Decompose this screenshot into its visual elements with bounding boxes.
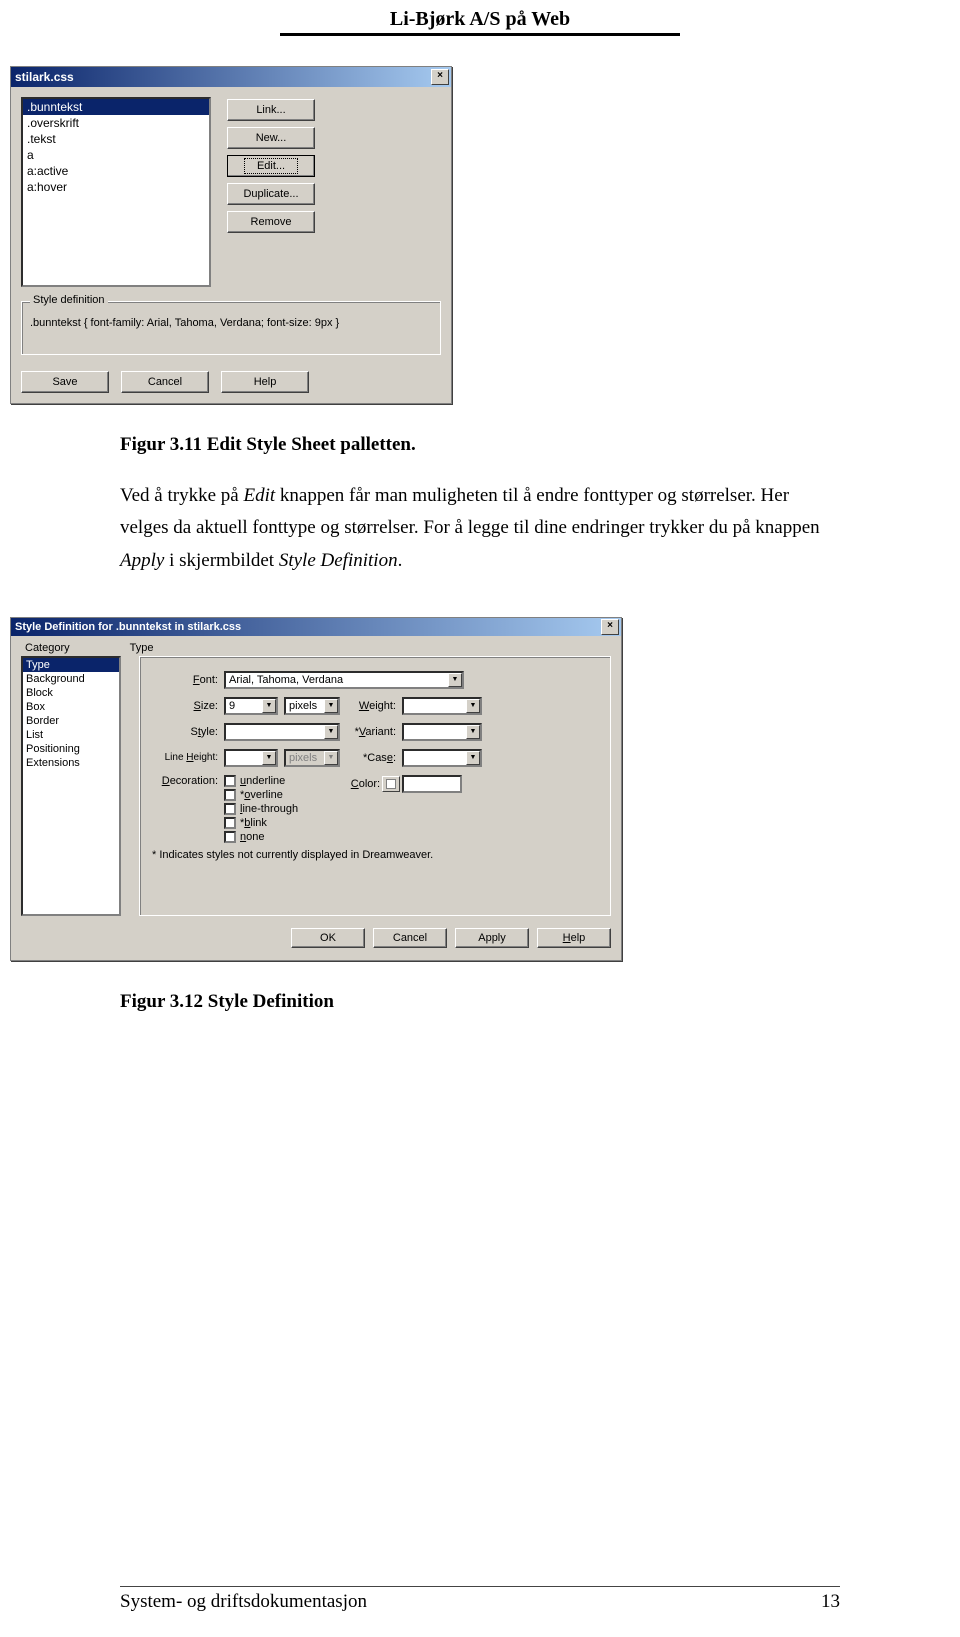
close-icon[interactable]: × bbox=[431, 69, 449, 85]
chevron-down-icon[interactable]: ▼ bbox=[324, 699, 338, 713]
list-item[interactable]: a:hover bbox=[23, 179, 209, 195]
close-icon[interactable]: × bbox=[601, 619, 619, 635]
list-item[interactable]: a:active bbox=[23, 163, 209, 179]
variant-label: *Variant: bbox=[346, 726, 396, 738]
cancel-button[interactable]: Cancel bbox=[121, 371, 209, 393]
body-paragraph-1: Ved å trykke på Edit knappen får man mul… bbox=[120, 480, 840, 577]
color-picker-button[interactable] bbox=[382, 776, 400, 792]
variant-combobox[interactable]: ▼ bbox=[402, 723, 482, 741]
chevron-down-icon[interactable]: ▼ bbox=[324, 725, 338, 739]
edit-button[interactable]: Edit... bbox=[227, 155, 315, 177]
case-label: *Case: bbox=[346, 752, 396, 764]
help-button[interactable]: Help bbox=[537, 928, 611, 948]
help-button[interactable]: Help bbox=[221, 371, 309, 393]
save-button[interactable]: Save bbox=[21, 371, 109, 393]
chevron-down-icon[interactable]: ▼ bbox=[466, 725, 480, 739]
case-combobox[interactable]: ▼ bbox=[402, 749, 482, 767]
style-listbox[interactable]: .bunntekst .overskrift .tekst a a:active… bbox=[21, 97, 211, 287]
chevron-down-icon[interactable]: ▼ bbox=[466, 751, 480, 765]
style-definition-text: .bunntekst { font-family: Arial, Tahoma,… bbox=[30, 316, 432, 344]
chevron-down-icon[interactable]: ▼ bbox=[466, 699, 480, 713]
figure-caption-2: Figur 3.12 Style Definition bbox=[120, 991, 840, 1013]
list-item[interactable]: .bunntekst bbox=[23, 99, 209, 115]
dialog1-titlebar[interactable]: stilark.css × bbox=[11, 67, 451, 87]
overline-checkbox[interactable]: *overline bbox=[224, 789, 298, 801]
apply-button[interactable]: Apply bbox=[455, 928, 529, 948]
list-item[interactable]: Extensions bbox=[23, 756, 119, 770]
list-item[interactable]: Border bbox=[23, 714, 119, 728]
figure-caption-1: Figur 3.11 Edit Style Sheet palletten. bbox=[120, 434, 840, 456]
cancel-button[interactable]: Cancel bbox=[373, 928, 447, 948]
edit-style-sheet-dialog: stilark.css × .bunntekst .overskrift .te… bbox=[10, 66, 452, 404]
lineheight-combobox[interactable]: ▼ bbox=[224, 749, 278, 767]
type-header: Type bbox=[130, 642, 154, 654]
list-item[interactable]: Type bbox=[23, 658, 119, 672]
font-label: Font: bbox=[152, 674, 218, 686]
decoration-label: Decoration: bbox=[152, 775, 218, 787]
color-combobox[interactable] bbox=[402, 775, 462, 793]
chevron-down-icon[interactable]: ▼ bbox=[262, 751, 276, 765]
style-combobox[interactable]: ▼ bbox=[224, 723, 340, 741]
footer-text: System- og driftsdokumentasjon bbox=[120, 1591, 367, 1613]
lineheight-unit-combobox: pixels ▼ bbox=[284, 749, 340, 767]
category-header: Category bbox=[25, 642, 70, 654]
remove-button[interactable]: Remove bbox=[227, 211, 315, 233]
blink-checkbox[interactable]: *blink bbox=[224, 817, 298, 829]
style-label: Style: bbox=[152, 726, 218, 738]
lineheight-label: Line Height: bbox=[152, 752, 218, 763]
none-checkbox[interactable]: none bbox=[224, 831, 298, 843]
weight-combobox[interactable]: ▼ bbox=[402, 697, 482, 715]
type-panel: Font: Arial, Tahoma, Verdana ▼ Size: 9 ▼ bbox=[139, 656, 611, 916]
list-item[interactable]: List bbox=[23, 728, 119, 742]
font-combobox[interactable]: Arial, Tahoma, Verdana ▼ bbox=[224, 671, 464, 689]
dialog2-titlebar[interactable]: Style Definition for .bunntekst in stila… bbox=[11, 618, 621, 636]
list-item[interactable]: Block bbox=[23, 686, 119, 700]
chevron-down-icon[interactable]: ▼ bbox=[262, 699, 276, 713]
underline-checkbox[interactable]: underline bbox=[224, 775, 298, 787]
list-item[interactable]: Positioning bbox=[23, 742, 119, 756]
new-button[interactable]: New... bbox=[227, 127, 315, 149]
list-item[interactable]: .tekst bbox=[23, 131, 209, 147]
color-label: Color: bbox=[344, 778, 380, 790]
list-item[interactable]: Box bbox=[23, 700, 119, 714]
dialog2-title: Style Definition for .bunntekst in stila… bbox=[15, 621, 241, 633]
style-definition-dialog: Style Definition for .bunntekst in stila… bbox=[10, 617, 622, 961]
list-item[interactable]: .overskrift bbox=[23, 115, 209, 131]
style-definition-fieldset: Style definition .bunntekst { font-famil… bbox=[21, 301, 441, 355]
size-combobox[interactable]: 9 ▼ bbox=[224, 697, 278, 715]
size-unit-combobox[interactable]: pixels ▼ bbox=[284, 697, 340, 715]
page-footer: System- og driftsdokumentasjon 13 bbox=[120, 1586, 840, 1613]
ok-button[interactable]: OK bbox=[291, 928, 365, 948]
linethrough-checkbox[interactable]: line-through bbox=[224, 803, 298, 815]
page-number: 13 bbox=[821, 1591, 840, 1613]
list-item[interactable]: Background bbox=[23, 672, 119, 686]
weight-label: Weight: bbox=[346, 700, 396, 712]
size-label: Size: bbox=[152, 700, 218, 712]
category-listbox[interactable]: Type Background Block Box Border List Po… bbox=[21, 656, 121, 916]
page-header-title: Li-Bjørk A/S på Web bbox=[120, 0, 840, 31]
list-item[interactable]: a bbox=[23, 147, 209, 163]
link-button[interactable]: Link... bbox=[227, 99, 315, 121]
dialog1-title: stilark.css bbox=[15, 70, 74, 84]
star-note: * Indicates styles not currently display… bbox=[152, 849, 598, 861]
fieldset-legend: Style definition bbox=[30, 294, 108, 306]
chevron-down-icon[interactable]: ▼ bbox=[448, 673, 462, 687]
header-rule bbox=[280, 33, 680, 36]
chevron-down-icon: ▼ bbox=[324, 751, 338, 765]
duplicate-button[interactable]: Duplicate... bbox=[227, 183, 315, 205]
